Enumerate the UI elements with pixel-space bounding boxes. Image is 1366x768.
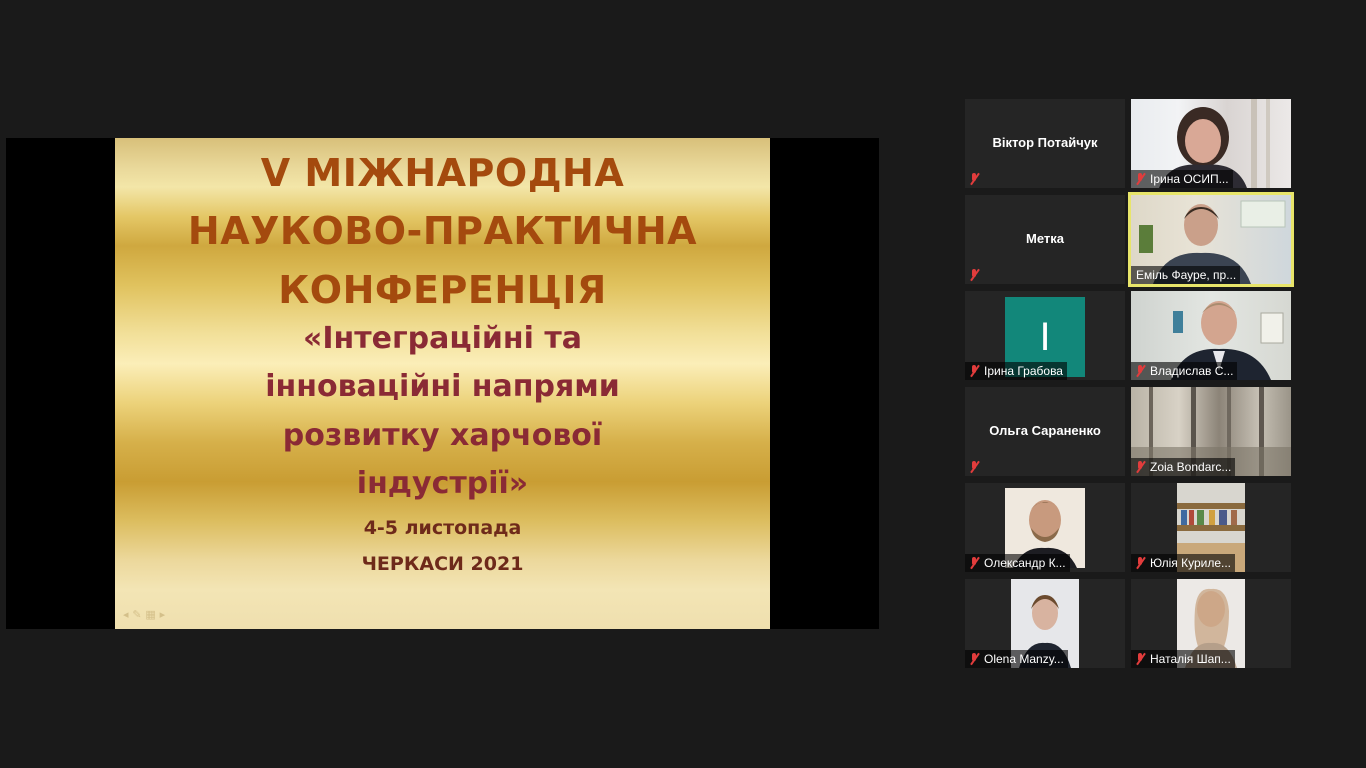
muted-mic-icon xyxy=(1133,172,1147,186)
muted-mic-icon xyxy=(967,172,981,186)
muted-mic-icon xyxy=(1133,556,1147,570)
participant-tile[interactable]: Наталія Шап... xyxy=(1131,579,1291,668)
slide-place: ЧЕРКАСИ 2021 xyxy=(361,553,524,575)
active-speaker-tile[interactable]: Еміль Фауре, пр... xyxy=(1128,192,1294,287)
participant-label: Olena Manzy... xyxy=(965,650,1068,668)
participant-tile[interactable]: Віктор Потайчук xyxy=(965,99,1125,188)
participant-label: Zoia Bondarc... xyxy=(1131,458,1236,476)
presentation-slide: V МІЖНАРОДНА НАУКОВО-ПРАКТИЧНА КОНФЕРЕНЦ… xyxy=(115,138,770,629)
participant-tile[interactable]: Олександр К... xyxy=(965,483,1125,572)
participant-tile[interactable]: Zoia Bondarc... xyxy=(1131,387,1291,476)
slide-subtitle-line-4: індустрії» xyxy=(356,466,529,501)
slide-title-line-3: КОНФЕРЕНЦІЯ xyxy=(278,268,607,312)
participant-tile[interactable]: Владислав С... xyxy=(1131,291,1291,380)
slide-date: 4-5 листопада xyxy=(363,517,522,539)
shared-screen[interactable]: V МІЖНАРОДНА НАУКОВО-ПРАКТИЧНА КОНФЕРЕНЦ… xyxy=(6,138,879,629)
muted-mic-icon xyxy=(1133,652,1147,666)
participant-name: Метка xyxy=(1026,231,1064,246)
participant-tile[interactable]: Olena Manzy... xyxy=(965,579,1125,668)
slide-subtitle-line-1: «Інтеграційні та xyxy=(302,321,583,356)
participant-tile[interactable]: Юлія Куриле... xyxy=(1131,483,1291,572)
participant-tile[interactable]: I Ірина Грабова xyxy=(965,291,1125,380)
participant-tile[interactable]: Ірина ОСИП... xyxy=(1131,99,1291,188)
muted-mic-icon xyxy=(967,652,981,666)
participant-label: Еміль Фауре, пр... xyxy=(1131,266,1241,284)
slide-subtitle-line-2: інноваційні напрями xyxy=(265,369,620,404)
muted-mic-icon xyxy=(967,364,981,378)
participant-label: Ірина Грабова xyxy=(965,362,1067,380)
participant-label: Ірина ОСИП... xyxy=(1131,170,1233,188)
muted-mic-icon xyxy=(967,460,981,474)
participant-label: Владислав С... xyxy=(1131,362,1238,380)
participant-name: Віктор Потайчук xyxy=(992,135,1098,150)
participant-name: Ольга Сараненко xyxy=(989,423,1101,438)
participant-label: Олександр К... xyxy=(965,554,1070,572)
participant-label: Юлія Куриле... xyxy=(1131,554,1235,572)
muted-mic-icon xyxy=(1133,364,1147,378)
muted-mic-icon xyxy=(967,268,981,282)
participant-tile[interactable]: Ольга Сараненко xyxy=(965,387,1125,476)
slide-title-line-2: НАУКОВО-ПРАКТИЧНА xyxy=(187,209,698,253)
slide-controls-icon[interactable]: ◂ ✎ ▦ ▸ xyxy=(123,608,165,621)
slide-subtitle-line-3: розвитку харчової xyxy=(282,418,603,453)
muted-mic-icon xyxy=(1133,460,1147,474)
participant-label: Наталія Шап... xyxy=(1131,650,1235,668)
participant-tile[interactable]: Метка xyxy=(965,195,1125,284)
muted-mic-icon xyxy=(967,556,981,570)
slide-title-line-1: V МІЖНАРОДНА xyxy=(260,151,625,195)
